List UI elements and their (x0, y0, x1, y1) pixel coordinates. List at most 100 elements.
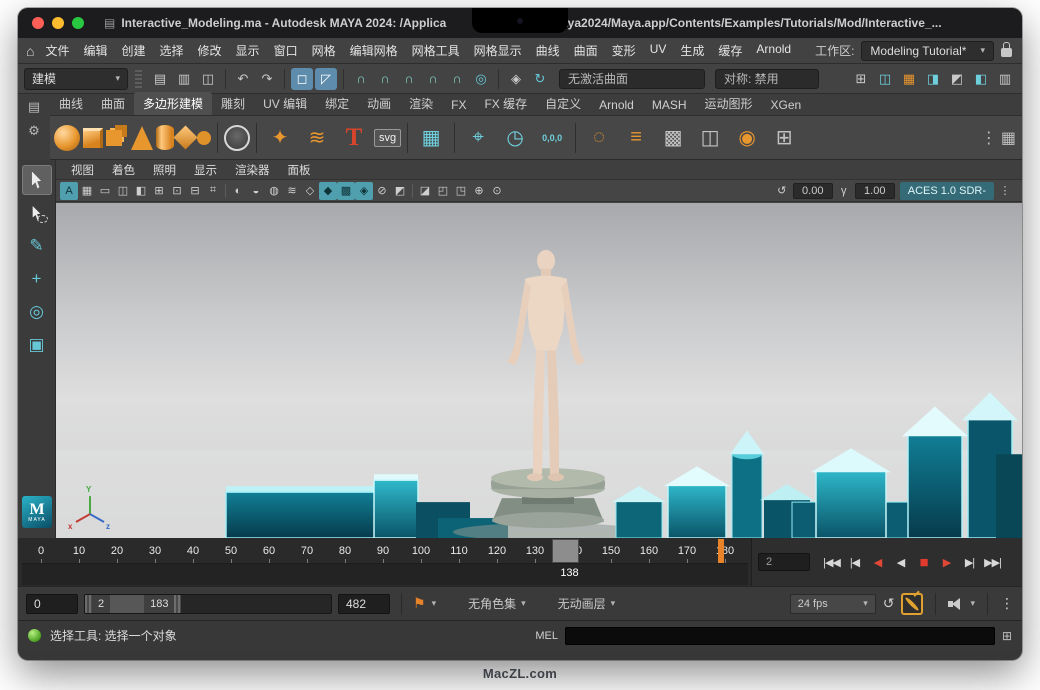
shelf-tab[interactable]: UV 编辑 (254, 92, 316, 115)
viewport-canvas[interactable]: Y x z (56, 203, 1022, 538)
input-connections-icon[interactable]: ◈ (505, 68, 527, 90)
grid-block-icon[interactable]: ▩ (656, 120, 690, 156)
menu-item[interactable]: 曲面 (567, 42, 605, 59)
shelf-item[interactable] (256, 123, 257, 153)
help-sphere-icon[interactable] (28, 629, 41, 642)
lighting-icon[interactable]: ◐ (229, 182, 247, 200)
menu-item[interactable]: 网格工具 (405, 42, 467, 59)
gamma-field[interactable]: 1.00 (855, 183, 895, 199)
marquee-select-icon[interactable]: ◻ (291, 68, 313, 90)
timeline-track[interactable]: 0102030405060708090100110120130140150160… (18, 538, 752, 586)
redo-icon[interactable]: ↷ (256, 68, 278, 90)
go-to-end-button[interactable]: ▶▶| (981, 550, 1004, 574)
current-time-field[interactable]: 2 (758, 553, 810, 571)
shelf-tab[interactable]: 动画 (358, 92, 400, 115)
light-editor-icon[interactable]: ◩ (946, 68, 968, 90)
exposure-icon[interactable]: ↺ (773, 182, 791, 200)
home-icon[interactable]: ⌂ (26, 43, 34, 59)
orbit-sphere-icon[interactable]: ◉ (730, 120, 764, 156)
sweep-star-icon[interactable]: ✦ (263, 120, 297, 156)
pixel-grid-icon[interactable]: ⊞ (767, 120, 801, 156)
animation-end-field[interactable]: 482 (338, 594, 390, 614)
menu-item[interactable]: 变形 (605, 42, 643, 59)
construction-history-icon[interactable]: ↻ (529, 68, 551, 90)
ambient-occlusion-icon[interactable]: ◍ (265, 182, 283, 200)
time-node-icon[interactable]: ◷ (498, 120, 532, 156)
isolate-select-icon[interactable]: ◩ (391, 182, 409, 200)
plane-toggle-icon[interactable]: ◪ (416, 182, 434, 200)
menu-item[interactable]: 网格显示 (467, 42, 529, 59)
menu-item[interactable]: 窗口 (267, 42, 305, 59)
shelf-gear-icon[interactable]: ⚙ (28, 123, 40, 139)
animation-preferences-icon[interactable]: ⋮ (1000, 595, 1014, 612)
menu-item[interactable]: 生成 (673, 42, 711, 59)
animation-start-field[interactable]: 0 (26, 594, 78, 614)
fps-selector[interactable]: 24 fps ▾ (790, 594, 876, 614)
type-tool-icon[interactable]: T (337, 120, 371, 156)
outliner-icon[interactable]: ▥ (994, 68, 1016, 90)
scale-tool-button[interactable]: ▣ (22, 330, 52, 360)
step-back-frame-button[interactable]: |◀ (843, 550, 866, 574)
panel-menu-item[interactable]: 渲染器 (226, 162, 279, 178)
save-scene-icon[interactable]: ◫ (197, 68, 219, 90)
viewport-options-icon[interactable]: ⋮ (996, 182, 1014, 200)
script-editor-icon[interactable]: ⊞ (1002, 629, 1012, 643)
panel-menu-item[interactable]: 视图 (62, 162, 103, 178)
toolbar-grip[interactable] (135, 70, 142, 88)
shelf-item[interactable] (454, 123, 455, 153)
chevron-down-icon[interactable]: ▾ (970, 598, 975, 609)
workspace-selector[interactable]: Modeling Tutorial* ▾ (861, 41, 994, 61)
snap-to-curve-icon[interactable]: ∩ (374, 68, 396, 90)
anim-layer-selector[interactable]: 无动画层 ▾ (558, 595, 616, 612)
shelf-tab[interactable]: 运动图形 (696, 92, 762, 115)
camera-attributes-icon[interactable]: ⌗ (204, 182, 222, 200)
menu-item[interactable]: 显示 (229, 42, 267, 59)
combine-icon[interactable]: ◫ (693, 120, 727, 156)
go-to-start-button[interactable]: |◀◀ (820, 550, 843, 574)
gamma-icon[interactable]: γ (835, 182, 853, 200)
shelf-tab[interactable]: 雕刻 (212, 92, 254, 115)
playback-start-value[interactable]: 2 (92, 595, 110, 613)
field-chart-icon[interactable]: ⊞ (150, 182, 168, 200)
stop-button[interactable]: ■ (912, 550, 935, 574)
modeling-toolkit-icon[interactable]: ◧ (970, 68, 992, 90)
menu-item[interactable]: Arnold (749, 42, 798, 59)
menu-item[interactable]: 编辑网格 (343, 42, 405, 59)
range-end-handle[interactable] (174, 595, 181, 613)
character-model[interactable] (507, 250, 585, 481)
character-set-selector[interactable]: 无角色集 ▾ (468, 595, 526, 612)
snap-to-point-icon[interactable]: ∩ (398, 68, 420, 90)
shelf-tab[interactable]: 绑定 (316, 92, 358, 115)
origin-coords-icon[interactable]: 0,0,0 (535, 120, 569, 156)
poly-cube-icon[interactable] (83, 128, 103, 148)
panel-menu-item[interactable]: 面板 (279, 162, 320, 178)
speaker-icon[interactable] (948, 597, 963, 610)
shelf-tab[interactable]: XGen (762, 95, 811, 115)
drag-select-icon[interactable]: ◸ (315, 68, 337, 90)
texture-placement-icon[interactable]: ◰ (434, 182, 452, 200)
range-bar[interactable] (110, 595, 144, 613)
select-camera-icon[interactable]: A (60, 182, 78, 200)
textured-icon[interactable]: ▩ (337, 182, 355, 200)
shelf-item[interactable] (575, 123, 576, 153)
snap-to-projected-center-icon[interactable]: ∩ (422, 68, 444, 90)
shelf-grid-icon[interactable]: ▦ (1001, 128, 1016, 148)
hypershade-icon[interactable]: ◨ (922, 68, 944, 90)
shelf-item[interactable] (407, 123, 408, 153)
menu-item[interactable]: 曲线 (529, 42, 567, 59)
wireframe-icon[interactable]: ◇ (301, 182, 319, 200)
open-scene-icon[interactable]: ▥ (173, 68, 195, 90)
menu-item[interactable]: UV (643, 42, 674, 59)
menu-item[interactable]: 选择 (153, 42, 191, 59)
object-layers-icon[interactable]: ≡ (619, 120, 653, 156)
panel-menu-item[interactable]: 着色 (103, 162, 144, 178)
lasso-tool-button[interactable] (22, 198, 52, 228)
view-transform-selector[interactable]: ACES 1.0 SDR- (900, 182, 994, 200)
exposure-field[interactable]: 0.00 (793, 183, 833, 199)
zoom-button[interactable] (72, 17, 84, 29)
xray-icon[interactable]: ⊘ (373, 182, 391, 200)
shaded-icon[interactable]: ◆ (319, 182, 337, 200)
motion-blur-icon[interactable]: ≋ (283, 182, 301, 200)
step-back-key-button[interactable]: ◀ (866, 550, 889, 574)
step-forward-key-button[interactable]: ▶ (935, 550, 958, 574)
